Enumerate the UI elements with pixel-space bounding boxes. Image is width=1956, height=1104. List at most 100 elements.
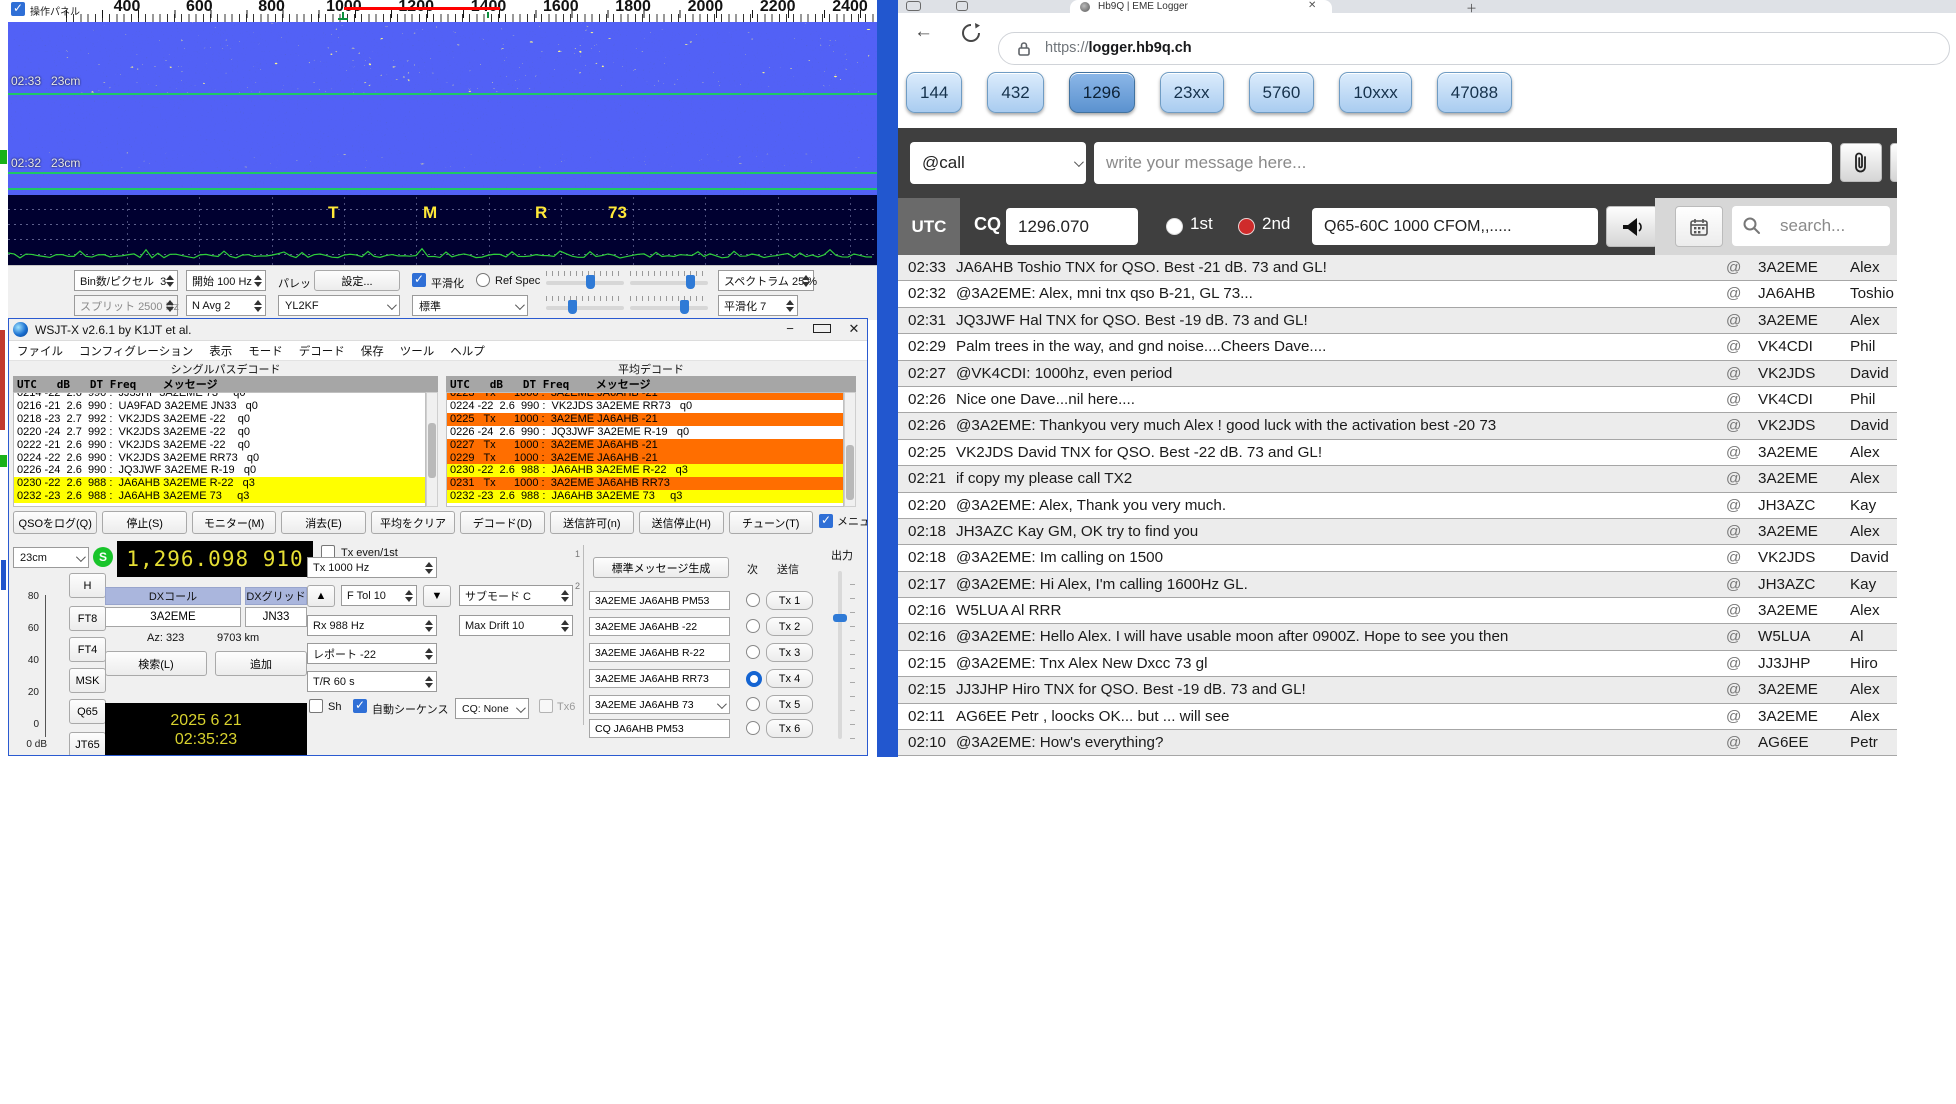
mode-button-h[interactable]: H [69,573,106,598]
scrollbar[interactable] [844,392,856,507]
add-button[interactable]: 追加 [215,651,307,676]
refresh-button[interactable] [960,22,982,44]
menu-item[interactable]: コンフィグレーション [79,343,193,359]
browser-chrome-icon[interactable] [956,1,968,11]
tx6-checkbox[interactable]: ✓ [539,699,553,713]
navg-spinner[interactable]: N Avg 2 [186,295,266,316]
browser-tab[interactable]: Hb9Q | EME Logger ✕ [1070,0,1332,13]
gain-slider[interactable] [546,271,624,289]
chat-callsign[interactable]: 3A2EME [1758,470,1818,487]
output-slider-track[interactable] [838,571,842,739]
mode-button-ft8[interactable]: FT8 [69,606,106,631]
tx-message-field[interactable]: CQ JA6AHB PM53 [589,719,730,738]
cq-select[interactable]: CQ: None [455,698,529,719]
chat-callsign[interactable]: VK4CDI [1758,391,1813,408]
at-icon[interactable]: @ [1726,312,1741,329]
spinner-arrows[interactable] [422,559,435,576]
search-box[interactable] [1732,206,1890,246]
mode-button-jt65[interactable]: JT65 [69,732,106,756]
menu-item[interactable]: ファイル [17,343,63,359]
wsjtx-titlebar[interactable]: WSJT-X v2.6.1 by K1JT et al. − ✕ [9,319,867,341]
decode-row[interactable]: 0224 -22 2.6 990 : VK2JDS 3A2EME RR73 q0 [14,452,425,465]
chat-callsign[interactable]: W5LUA [1758,628,1810,645]
mode-button-msk[interactable]: MSK [69,668,106,693]
spinner-arrows[interactable] [422,645,435,662]
tx-message-field[interactable]: 3A2EME JA6AHB -22 [589,617,730,636]
spinner-arrows[interactable] [163,297,176,314]
band-button-1296[interactable]: 1296 [1069,72,1135,113]
first-period-radio[interactable] [1166,218,1183,235]
decode-row[interactable]: 0216 -21 2.6 990 : UA9FAD 3A2EME JN33 q0 [14,400,425,413]
decode-row[interactable]: 0218 -23 2.7 992 : VK2JDS 3A2EME -22 q0 [14,413,425,426]
recipient-select[interactable]: @call [910,142,1086,184]
ftol-spinner[interactable]: F Tol 10 [341,585,417,606]
tr-period-spinner[interactable]: T/R 60 s [307,671,437,692]
band-button-144[interactable]: 144 [906,72,962,113]
band-button-432[interactable]: 432 [987,72,1043,113]
chat-callsign[interactable]: 3A2EME [1758,602,1818,619]
tx-send-button[interactable]: Tx 4 [766,669,813,688]
tx-message-field[interactable]: 3A2EME JA6AHB 73 [589,695,730,714]
dx-grid-field[interactable]: JN33 [245,607,307,627]
chat-row[interactable]: 02:17@3A2EME: Hi Alex, I'm calling 1600H… [898,572,1897,598]
tab-1-label[interactable]: 1 [575,549,580,559]
tx-down-button[interactable]: ▼ [423,585,451,607]
calendar-button[interactable] [1675,206,1723,247]
mode-button-ft4[interactable]: FT4 [69,637,106,662]
decode-row[interactable]: 0232 -23 2.6 988 : JA6AHB 3A2EME 73 q3 [14,490,425,503]
action-button[interactable]: モニター(M) [192,511,276,534]
spinner-arrows[interactable] [402,587,415,604]
menu-item[interactable]: 保存 [361,343,384,359]
menu-checkbox[interactable]: ✓ [819,514,833,528]
tx-message-field[interactable]: 3A2EME JA6AHB R-22 [589,643,730,662]
decode-row[interactable]: 0224 -22 2.6 990 : VK2JDS 3A2EME RR73 q0 [447,400,843,413]
chat-callsign[interactable]: JH3AZC [1758,576,1815,593]
start-freq-spinner[interactable]: 開始 100 Hz [186,270,266,291]
chat-row[interactable]: 02:11AG6EE Petr , loocks OK... but ... w… [898,704,1897,730]
chat-callsign[interactable]: JH3AZC [1758,497,1815,514]
decode-row[interactable]: 0230 -22 2.6 988 : JA6AHB 3A2EME R-22 q3 [447,464,843,477]
tx-freq-spinner[interactable]: Tx 1000 Hz [307,557,437,578]
tx-next-radio[interactable] [746,645,760,659]
spectrum-percent-spinner[interactable]: スペクトラム 25 % [718,270,814,291]
split-spinner[interactable]: スプリット 2500 Hz [74,295,178,316]
chat-row[interactable]: 02:25VK2JDS David TNX for QSO. Best -22 … [898,440,1897,466]
zero2-slider[interactable] [630,296,708,314]
band-select[interactable]: 23cm [13,547,89,568]
cq-mode-input[interactable] [1312,208,1598,245]
chat-row[interactable]: 02:15@3A2EME: Tnx Alex New Dxcc 73 gl@JJ… [898,651,1897,677]
at-icon[interactable]: @ [1726,391,1741,408]
spinner-arrows[interactable] [799,272,812,289]
chat-row[interactable]: 02:18JH3AZC Kay GM, OK try to find you@3… [898,519,1897,545]
action-button[interactable]: QSOをログ(Q) [13,511,97,534]
at-icon[interactable]: @ [1726,708,1741,725]
decode-row[interactable]: 0226 -24 2.6 990 : JQ3JWF 3A2EME R-19 q0 [447,426,843,439]
spinner-arrows[interactable] [422,673,435,690]
tx-message-field[interactable]: 3A2EME JA6AHB RR73 [589,669,730,688]
send-button-partial[interactable] [1890,143,1897,182]
sh-checkbox[interactable]: ✓ [309,699,323,713]
chat-callsign[interactable]: VK2JDS [1758,549,1815,566]
panel-checkbox[interactable]: ✓ [11,2,25,16]
at-icon[interactable]: @ [1726,365,1741,382]
decode-row[interactable]: 0225 Tx 1000 : 3A2EME JA6AHB -21 [447,413,843,426]
chat-row[interactable]: 02:33JA6AHB Toshio TNX for QSO. Best -21… [898,255,1897,281]
action-button[interactable]: 送信停止(H) [639,511,723,534]
chat-row[interactable]: 02:29Palm trees in the way, and gnd nois… [898,334,1897,360]
chat-callsign[interactable]: 3A2EME [1758,444,1818,461]
dx-call-field[interactable]: 3A2EME [105,607,241,627]
curve-select[interactable]: 標準 [412,295,528,316]
maximize-button[interactable] [813,321,831,337]
autoseq-checkbox[interactable]: ✓ [353,699,367,713]
chat-callsign[interactable]: 3A2EME [1758,708,1818,725]
at-icon[interactable]: @ [1726,338,1741,355]
chat-row[interactable]: 02:26Nice one Dave...nil here....@VK4CDI… [898,387,1897,413]
decode-row[interactable]: 0232 -23 2.6 988 : JA6AHB 3A2EME 73 q3 [447,490,843,503]
action-button[interactable]: 停止(S) [102,511,186,534]
menu-item[interactable]: デコード [299,343,345,359]
at-icon[interactable]: @ [1726,602,1741,619]
back-button[interactable]: ← [914,21,933,43]
at-icon[interactable]: @ [1726,497,1741,514]
at-icon[interactable]: @ [1726,285,1741,302]
band-button-47088[interactable]: 47088 [1437,72,1512,113]
